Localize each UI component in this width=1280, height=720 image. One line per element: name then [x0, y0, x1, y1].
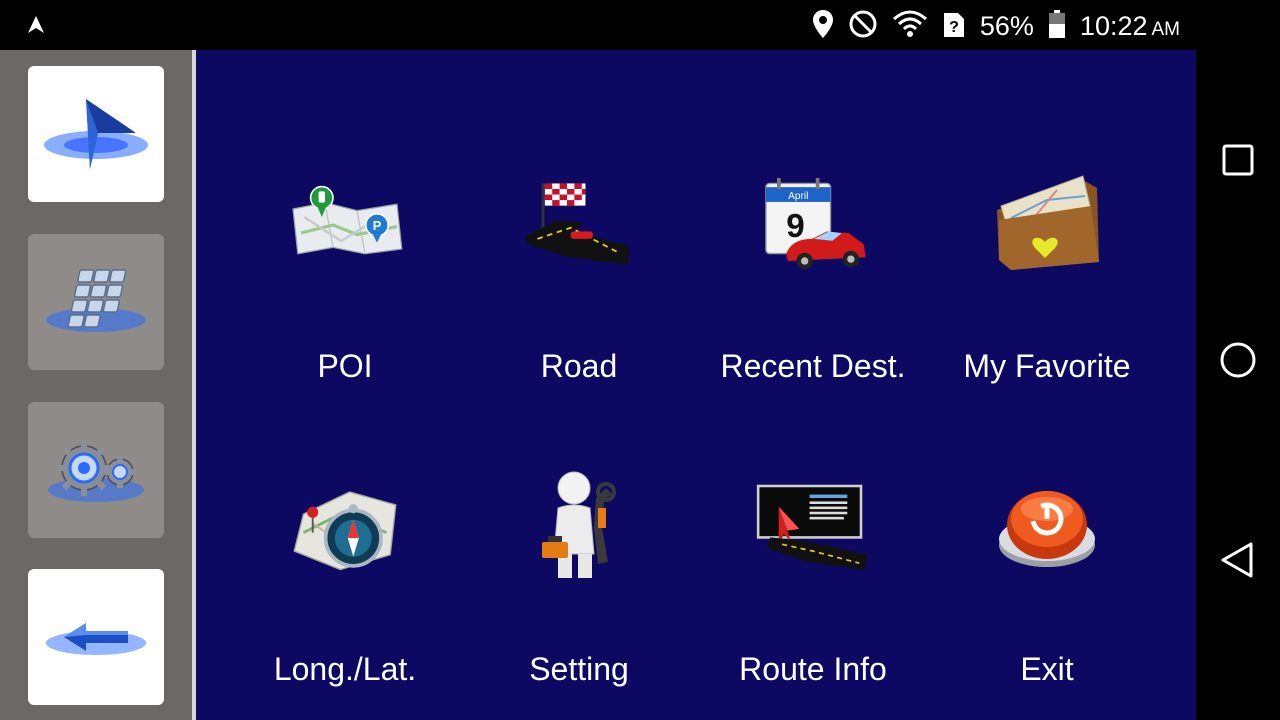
calendar-car-icon: April 9	[765, 177, 866, 270]
back-arrow-icon	[46, 623, 146, 655]
home-button[interactable]	[1214, 336, 1262, 384]
sidebar-keypad-button[interactable]	[28, 234, 164, 370]
power-button-icon	[999, 491, 1095, 567]
back-button[interactable]	[1214, 536, 1262, 584]
battery-icon	[1048, 9, 1066, 44]
mechanic-figure-icon	[542, 471, 616, 578]
road-flag-icon	[524, 183, 630, 265]
menu-item-label: Route Info	[739, 651, 887, 687]
sidebar-settings-button[interactable]	[28, 402, 164, 538]
menu-item-label: Exit	[1020, 651, 1074, 687]
keypad-icon	[46, 269, 146, 332]
sidebar-navigate-button[interactable]	[28, 66, 164, 202]
route-board-icon	[756, 484, 868, 570]
main-menu-panel: P POI Road April 9 Recent Dest. My Favor…	[196, 50, 1196, 720]
menu-item-poi[interactable]: P POI	[228, 70, 462, 384]
map-poi-icon: P	[292, 185, 403, 255]
clock: 10:22 AM	[1080, 11, 1180, 42]
menu-item-my-favorite[interactable]: My Favorite	[930, 70, 1164, 384]
clock-ampm: AM	[1151, 18, 1181, 40]
recents-button[interactable]	[1214, 136, 1262, 184]
clock-time: 10:22	[1079, 10, 1148, 41]
navigation-arrow-icon	[26, 15, 46, 40]
android-nav-bar	[1196, 50, 1280, 720]
do-not-disturb-icon	[848, 9, 878, 44]
sim-unknown-icon: ?	[942, 9, 966, 44]
wifi-icon	[892, 9, 928, 44]
menu-item-exit[interactable]: Exit	[930, 373, 1164, 687]
location-pin-icon	[812, 9, 834, 44]
sidebar-back-button[interactable]	[28, 569, 164, 705]
back-triangle-icon	[1221, 542, 1253, 578]
status-bar: ? 56% 10:22 AM	[0, 0, 1280, 50]
gears-icon	[48, 440, 144, 502]
wallet-map-icon	[997, 175, 1099, 270]
menu-item-recent-dest[interactable]: April 9 Recent Dest.	[696, 70, 930, 384]
calendar-day: 9	[786, 208, 804, 245]
navigation-arrow-icon	[44, 99, 148, 169]
menu-item-label: Setting	[529, 651, 629, 687]
calendar-month: April	[788, 191, 808, 202]
menu-item-route-info[interactable]: Route Info	[696, 373, 930, 687]
svg-text:P: P	[373, 218, 382, 233]
compass-map-icon	[293, 491, 397, 571]
home-circle-icon	[1220, 342, 1256, 378]
battery-percent: 56%	[979, 10, 1034, 41]
menu-item-long-lat[interactable]: Long./Lat.	[228, 373, 462, 687]
menu-item-label: Long./Lat.	[273, 651, 417, 687]
menu-item-setting[interactable]: Setting	[462, 373, 696, 687]
recents-square-icon	[1222, 144, 1254, 176]
svg-text:?: ?	[949, 19, 959, 36]
menu-item-road[interactable]: Road	[462, 70, 696, 384]
